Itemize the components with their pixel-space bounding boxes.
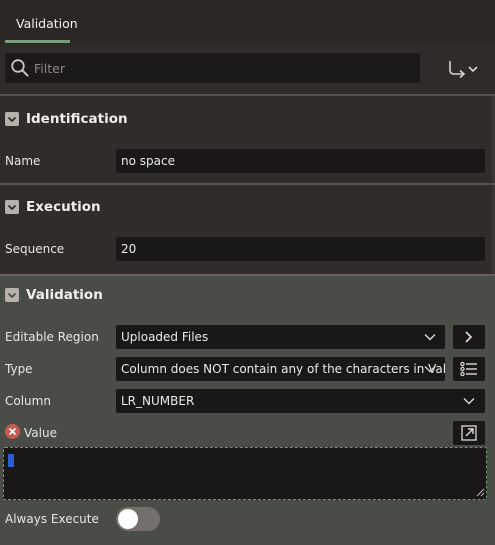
- chevron-down-icon: [424, 333, 436, 341]
- text-cursor: [8, 454, 14, 467]
- search-icon: [11, 59, 29, 77]
- open-dialog-icon[interactable]: [453, 421, 485, 445]
- chevron-down-icon[interactable]: [5, 200, 19, 214]
- label-type: Type: [5, 362, 33, 376]
- name-field[interactable]: no space: [116, 149, 485, 173]
- chevron-down-icon: [463, 397, 475, 405]
- section-title-validation[interactable]: Validation: [26, 287, 103, 303]
- chevron-down-icon[interactable]: [5, 112, 19, 126]
- editable-region-select[interactable]: Uploaded Files: [116, 325, 445, 349]
- section-divider: [0, 94, 495, 96]
- section-divider: [0, 274, 495, 276]
- filter-input[interactable]: [34, 53, 414, 83]
- label-always-execute: Always Execute: [5, 512, 99, 526]
- chevron-down-icon: [424, 365, 436, 373]
- resize-handle-icon[interactable]: [476, 488, 485, 497]
- label-name: Name: [5, 154, 41, 168]
- list-icon[interactable]: [453, 357, 485, 381]
- active-tab-indicator: [5, 40, 70, 43]
- label-editable-region: Editable Region: [5, 330, 99, 344]
- section-title-execution[interactable]: Execution: [26, 199, 101, 215]
- label-column: Column: [5, 394, 51, 408]
- goto-arrow-icon[interactable]: [444, 56, 484, 82]
- tab-validation[interactable]: Validation: [16, 16, 78, 31]
- chevron-right-icon[interactable]: [453, 325, 485, 349]
- label-sequence: Sequence: [5, 242, 65, 256]
- chevron-down-icon[interactable]: [5, 288, 19, 302]
- column-select[interactable]: LR_NUMBER: [116, 389, 485, 413]
- sequence-field[interactable]: 20: [116, 237, 485, 261]
- section-divider: [0, 183, 495, 185]
- toggle-knob[interactable]: [118, 509, 138, 529]
- type-select[interactable]: Column does NOT contain any of the chara…: [116, 357, 445, 381]
- label-value: Value: [24, 426, 57, 440]
- section-title-identification[interactable]: Identification: [26, 111, 128, 127]
- error-icon: [5, 424, 20, 439]
- value-textarea[interactable]: [3, 447, 487, 500]
